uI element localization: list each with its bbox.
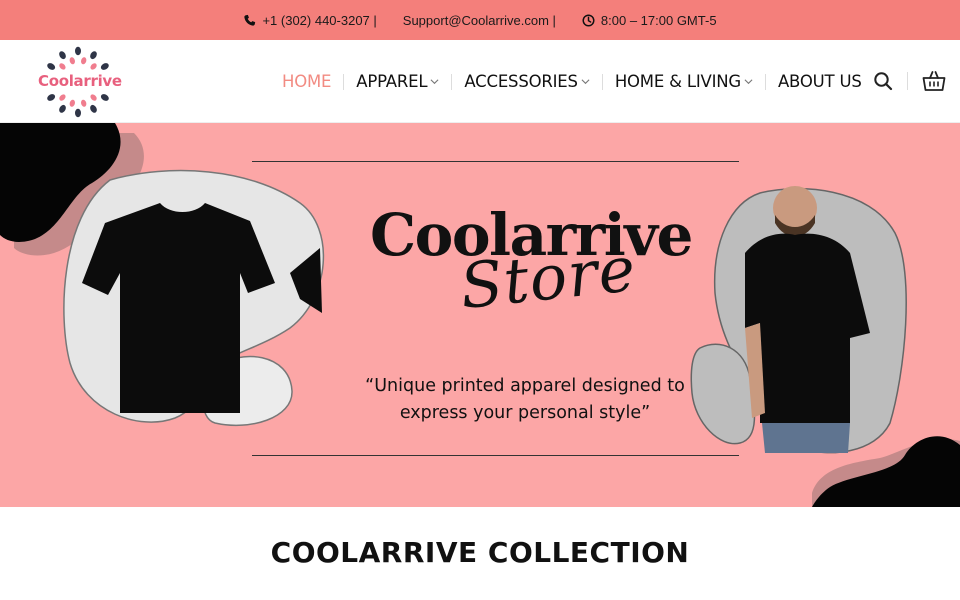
top-info-bar: +1 (302) 440-3207 | Support@Coolarrive.c… [0, 0, 960, 40]
business-hours: 8:00 – 17:00 GMT-5 [582, 13, 717, 28]
phone-icon [244, 14, 256, 26]
search-icon[interactable] [873, 71, 893, 91]
site-header: Coolarrive HOME APPAREL ACCESSORIES HOME… [0, 40, 960, 123]
phone-text: +1 (302) 440-3207 | [262, 12, 377, 28]
hero-bottom-rule [252, 455, 739, 456]
nav-home-living-label: HOME & LIVING [614, 72, 741, 91]
email-contact[interactable]: Support@Coolarrive.com | [403, 13, 556, 28]
icon-divider [907, 72, 908, 90]
nav-home[interactable]: HOME [270, 72, 343, 91]
nav-accessories[interactable]: ACCESSORIES [452, 72, 601, 91]
nav-apparel-label: APPAREL [356, 72, 428, 91]
collection-title: COOLARRIVE COLLECTION [270, 536, 690, 569]
hours-text: 8:00 – 17:00 GMT-5 [600, 12, 717, 28]
clock-icon [582, 13, 595, 27]
phone-contact[interactable]: +1 (302) 440-3207 | [243, 12, 377, 28]
header-actions [873, 70, 946, 92]
main-nav: HOME APPAREL ACCESSORIES HOME & LIVING A… [270, 40, 874, 123]
logo-text[interactable]: Coolarrive [38, 72, 122, 90]
hero-top-rule [252, 161, 739, 162]
nav-accessories-label: ACCESSORIES [464, 72, 578, 91]
nav-home-living[interactable]: HOME & LIVING [603, 72, 765, 91]
hero-banner[interactable]: Coolarrive Store “Unique printed apparel… [0, 123, 960, 507]
chevron-down-icon [581, 79, 590, 85]
nav-about-us[interactable]: ABOUT US [766, 72, 874, 91]
email-text: Support@Coolarrive.com | [402, 12, 556, 28]
chevron-down-icon [430, 79, 439, 85]
nav-home-label: HOME [282, 72, 332, 91]
nav-apparel[interactable]: APPAREL [344, 72, 451, 91]
hero-tagline: “Unique printed apparel designed to expr… [365, 376, 685, 423]
basket-icon[interactable] [922, 70, 946, 92]
nav-about-us-label: ABOUT US [777, 72, 862, 91]
chevron-down-icon [744, 79, 753, 85]
